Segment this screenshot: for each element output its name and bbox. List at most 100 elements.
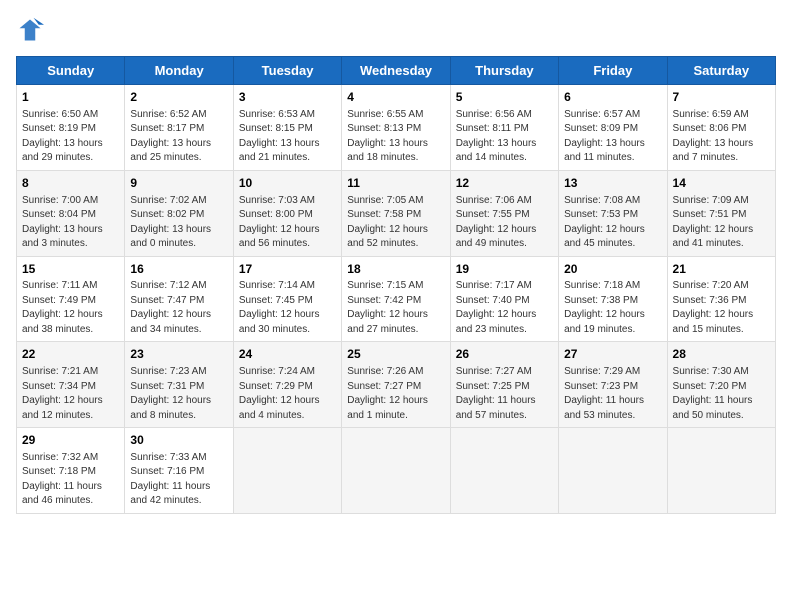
column-header-saturday: Saturday <box>667 57 775 85</box>
calendar-cell: 21Sunrise: 7:20 AM Sunset: 7:36 PM Dayli… <box>667 256 775 342</box>
column-header-monday: Monday <box>125 57 233 85</box>
day-number: 1 <box>22 89 119 106</box>
day-number: 6 <box>564 89 661 106</box>
calendar-cell: 11 Sunrise: 7:05 AM Sunset: 7:58 PM Dayli… <box>342 170 450 256</box>
column-header-sunday: Sunday <box>17 57 125 85</box>
day-number: 8 <box>22 175 119 192</box>
calendar-cell: 27Sunrise: 7:29 AM Sunset: 7:23 PM Dayli… <box>559 342 667 428</box>
day-number: 14 <box>673 175 770 192</box>
day-number: 20 <box>564 261 661 278</box>
day-number: 29 <box>22 432 119 449</box>
day-info: Sunrise: 6:57 AM Sunset: 8:09 PM Dayligh… <box>564 108 661 166</box>
calendar-cell: 16Sunrise: 7:12 AM Sunset: 7:47 PM Dayli… <box>125 256 233 342</box>
calendar-week-5: 29 Sunrise: 7:32 AM Sunset: 7:18 PM Dayli… <box>17 428 776 514</box>
day-number: 10 <box>239 175 336 192</box>
day-info: Sunrise: 7:23 AM Sunset: 7:31 PM Dayligh… <box>130 365 227 423</box>
day-info: Sunrise: 6:56 AM Sunset: 8:11 PM Dayligh… <box>456 108 553 166</box>
day-info: Sunrise: 7:08 AM Sunset: 7:53 PM Dayligh… <box>564 194 661 252</box>
calendar-cell <box>233 428 341 514</box>
calendar-cell: 12 Sunrise: 7:06 AM Sunset: 7:55 PM Dayli… <box>450 170 558 256</box>
calendar-cell: 18Sunrise: 7:15 AM Sunset: 7:42 PM Dayli… <box>342 256 450 342</box>
day-info: Sunrise: 7:15 AM Sunset: 7:42 PM Dayligh… <box>347 279 444 337</box>
calendar-cell: 19Sunrise: 7:17 AM Sunset: 7:40 PM Dayli… <box>450 256 558 342</box>
page-header <box>16 16 776 44</box>
day-number: 22 <box>22 346 119 363</box>
day-number: 23 <box>130 346 227 363</box>
day-number: 11 <box>347 175 444 192</box>
calendar-body: 1 Sunrise: 6:50 AM Sunset: 8:19 PM Daylig… <box>17 85 776 514</box>
calendar-header-row: SundayMondayTuesdayWednesdayThursdayFrid… <box>17 57 776 85</box>
calendar-cell: 4 Sunrise: 6:55 AM Sunset: 8:13 PM Daylig… <box>342 85 450 171</box>
calendar-cell: 9 Sunrise: 7:02 AM Sunset: 8:02 PM Daylig… <box>125 170 233 256</box>
day-info: Sunrise: 7:32 AM Sunset: 7:18 PM Dayligh… <box>22 451 119 509</box>
day-number: 2 <box>130 89 227 106</box>
calendar-cell <box>450 428 558 514</box>
day-number: 4 <box>347 89 444 106</box>
calendar-cell: 15Sunrise: 7:11 AM Sunset: 7:49 PM Dayli… <box>17 256 125 342</box>
calendar-week-1: 1 Sunrise: 6:50 AM Sunset: 8:19 PM Daylig… <box>17 85 776 171</box>
calendar-cell: 25Sunrise: 7:26 AM Sunset: 7:27 PM Dayli… <box>342 342 450 428</box>
calendar-cell: 22Sunrise: 7:21 AM Sunset: 7:34 PM Dayli… <box>17 342 125 428</box>
calendar-cell: 2 Sunrise: 6:52 AM Sunset: 8:17 PM Daylig… <box>125 85 233 171</box>
day-info: Sunrise: 7:29 AM Sunset: 7:23 PM Dayligh… <box>564 365 661 423</box>
day-number: 26 <box>456 346 553 363</box>
day-number: 17 <box>239 261 336 278</box>
calendar-cell: 17Sunrise: 7:14 AM Sunset: 7:45 PM Dayli… <box>233 256 341 342</box>
calendar-cell: 26Sunrise: 7:27 AM Sunset: 7:25 PM Dayli… <box>450 342 558 428</box>
day-number: 21 <box>673 261 770 278</box>
calendar-cell: 29 Sunrise: 7:32 AM Sunset: 7:18 PM Dayli… <box>17 428 125 514</box>
day-number: 15 <box>22 261 119 278</box>
day-info: Sunrise: 6:59 AM Sunset: 8:06 PM Dayligh… <box>673 108 770 166</box>
day-number: 19 <box>456 261 553 278</box>
day-info: Sunrise: 7:03 AM Sunset: 8:00 PM Dayligh… <box>239 194 336 252</box>
day-info: Sunrise: 7:00 AM Sunset: 8:04 PM Dayligh… <box>22 194 119 252</box>
calendar-cell <box>342 428 450 514</box>
day-number: 13 <box>564 175 661 192</box>
calendar-cell: 10 Sunrise: 7:03 AM Sunset: 8:00 PM Dayli… <box>233 170 341 256</box>
day-number: 9 <box>130 175 227 192</box>
day-number: 12 <box>456 175 553 192</box>
day-number: 3 <box>239 89 336 106</box>
calendar-cell: 13 Sunrise: 7:08 AM Sunset: 7:53 PM Dayli… <box>559 170 667 256</box>
calendar-week-2: 8 Sunrise: 7:00 AM Sunset: 8:04 PM Daylig… <box>17 170 776 256</box>
calendar-cell: 20Sunrise: 7:18 AM Sunset: 7:38 PM Dayli… <box>559 256 667 342</box>
day-info: Sunrise: 7:06 AM Sunset: 7:55 PM Dayligh… <box>456 194 553 252</box>
day-info: Sunrise: 7:12 AM Sunset: 7:47 PM Dayligh… <box>130 279 227 337</box>
logo <box>16 16 48 44</box>
day-number: 25 <box>347 346 444 363</box>
day-info: Sunrise: 6:50 AM Sunset: 8:19 PM Dayligh… <box>22 108 119 166</box>
day-number: 28 <box>673 346 770 363</box>
day-info: Sunrise: 7:02 AM Sunset: 8:02 PM Dayligh… <box>130 194 227 252</box>
calendar-cell: 24 Sunrise: 7:24 AM Sunset: 7:29 PM Dayli… <box>233 342 341 428</box>
calendar-table: SundayMondayTuesdayWednesdayThursdayFrid… <box>16 56 776 514</box>
calendar-cell: 28 Sunrise: 7:30 AM Sunset: 7:20 PM Dayli… <box>667 342 775 428</box>
day-number: 24 <box>239 346 336 363</box>
day-number: 7 <box>673 89 770 106</box>
day-number: 16 <box>130 261 227 278</box>
day-info: Sunrise: 6:55 AM Sunset: 8:13 PM Dayligh… <box>347 108 444 166</box>
day-info: Sunrise: 7:11 AM Sunset: 7:49 PM Dayligh… <box>22 279 119 337</box>
day-info: Sunrise: 7:30 AM Sunset: 7:20 PM Dayligh… <box>673 365 770 423</box>
column-header-friday: Friday <box>559 57 667 85</box>
day-info: Sunrise: 7:20 AM Sunset: 7:36 PM Dayligh… <box>673 279 770 337</box>
day-info: Sunrise: 6:52 AM Sunset: 8:17 PM Dayligh… <box>130 108 227 166</box>
column-header-wednesday: Wednesday <box>342 57 450 85</box>
logo-icon <box>16 16 44 44</box>
day-info: Sunrise: 7:17 AM Sunset: 7:40 PM Dayligh… <box>456 279 553 337</box>
calendar-cell: 30 Sunrise: 7:33 AM Sunset: 7:16 PM Dayli… <box>125 428 233 514</box>
day-info: Sunrise: 7:05 AM Sunset: 7:58 PM Dayligh… <box>347 194 444 252</box>
column-header-thursday: Thursday <box>450 57 558 85</box>
day-info: Sunrise: 7:14 AM Sunset: 7:45 PM Dayligh… <box>239 279 336 337</box>
calendar-cell: 1 Sunrise: 6:50 AM Sunset: 8:19 PM Daylig… <box>17 85 125 171</box>
calendar-cell <box>559 428 667 514</box>
day-info: Sunrise: 7:33 AM Sunset: 7:16 PM Dayligh… <box>130 451 227 509</box>
calendar-cell: 23 Sunrise: 7:23 AM Sunset: 7:31 PM Dayli… <box>125 342 233 428</box>
day-number: 18 <box>347 261 444 278</box>
day-info: Sunrise: 7:18 AM Sunset: 7:38 PM Dayligh… <box>564 279 661 337</box>
day-number: 5 <box>456 89 553 106</box>
calendar-cell: 3Sunrise: 6:53 AM Sunset: 8:15 PM Daylig… <box>233 85 341 171</box>
day-number: 30 <box>130 432 227 449</box>
day-info: Sunrise: 7:24 AM Sunset: 7:29 PM Dayligh… <box>239 365 336 423</box>
calendar-cell <box>667 428 775 514</box>
calendar-cell: 5 Sunrise: 6:56 AM Sunset: 8:11 PM Daylig… <box>450 85 558 171</box>
